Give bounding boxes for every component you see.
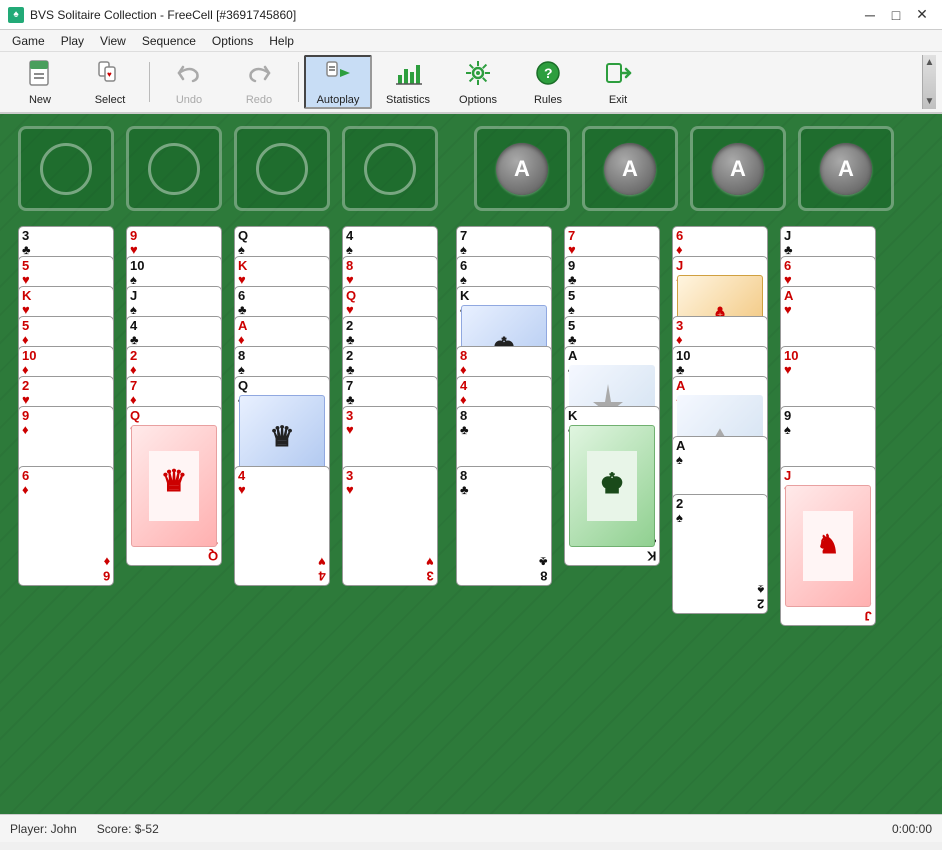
menubar: Game Play View Sequence Options Help xyxy=(0,30,942,52)
score: Score: $-52 xyxy=(97,822,159,836)
menu-sequence[interactable]: Sequence xyxy=(134,32,204,50)
menu-view[interactable]: View xyxy=(92,32,134,50)
status-left: Player: John Score: $-52 xyxy=(10,822,159,836)
freecell-3[interactable] xyxy=(234,126,330,211)
freecell-1[interactable] xyxy=(18,126,114,211)
freecell-2[interactable] xyxy=(126,126,222,211)
card-qh-court[interactable]: Q♥ Q♥ ♛ xyxy=(126,406,222,566)
card-8c-2[interactable]: 8♣ 8♣ xyxy=(456,466,552,586)
new-button[interactable]: New xyxy=(6,55,74,109)
freecell-4[interactable] xyxy=(342,126,438,211)
menu-play[interactable]: Play xyxy=(53,32,92,50)
game-area: A A A A 3♣ 3♣ 5♥ 5♥ K♥ K♥ 5♦ 5♦ 10♦ 10♦ … xyxy=(0,114,942,814)
timer: 0:00:00 xyxy=(892,822,932,836)
foundation-spades[interactable]: A xyxy=(474,126,570,211)
card-6d-1[interactable]: 6♦ 6♦ xyxy=(18,466,114,586)
select-icon: ♥ xyxy=(96,59,124,92)
options-button[interactable]: Options xyxy=(444,55,512,109)
statistics-icon xyxy=(394,59,422,92)
window-title: BVS Solitaire Collection - FreeCell [#36… xyxy=(30,8,858,22)
redo-icon xyxy=(245,59,273,92)
foundation-clubs[interactable]: A xyxy=(798,126,894,211)
select-button[interactable]: ♥ Select xyxy=(76,55,144,109)
card-3h-2[interactable]: 3♥ 3♥ xyxy=(342,466,438,586)
foundation-hearts-a: A xyxy=(604,143,656,195)
rules-button[interactable]: ? Rules xyxy=(514,55,582,109)
select-label: Select xyxy=(95,94,126,106)
svg-text:♥: ♥ xyxy=(107,70,112,79)
exit-icon xyxy=(604,59,632,92)
undo-icon xyxy=(175,59,203,92)
minimize-button[interactable]: ─ xyxy=(858,5,882,25)
freecell-3-circle xyxy=(256,143,308,195)
options-icon xyxy=(464,59,492,92)
card-jh-court[interactable]: J♥ J♥ ♞ xyxy=(780,466,876,626)
new-label: New xyxy=(29,94,51,106)
autoplay-icon xyxy=(324,59,352,92)
card-2s[interactable]: 2♠ 2♠ xyxy=(672,494,768,614)
rules-label: Rules xyxy=(534,94,562,106)
statistics-label: Statistics xyxy=(386,94,430,106)
options-label: Options xyxy=(459,94,497,106)
app-icon: ♠ xyxy=(8,7,24,23)
card-kc-court[interactable]: K♣ K♣ ♚ xyxy=(564,406,660,566)
rules-icon: ? xyxy=(534,59,562,92)
freecell-1-circle xyxy=(40,143,92,195)
menu-game[interactable]: Game xyxy=(4,32,53,50)
toolbar: New ♥ Select Undo Redo Autoplay Statisti… xyxy=(0,52,942,114)
scroll-down-arrow[interactable]: ▼ xyxy=(925,96,935,107)
statistics-button[interactable]: Statistics xyxy=(374,55,442,109)
scroll-up-arrow[interactable]: ▲ xyxy=(925,57,935,68)
window-controls: ─ □ ✕ xyxy=(858,5,934,25)
card-4h[interactable]: 4♥ 4♥ xyxy=(234,466,330,586)
toolbar-separator-2 xyxy=(298,62,299,102)
foundation-spades-a: A xyxy=(496,143,548,195)
menu-help[interactable]: Help xyxy=(261,32,302,50)
autoplay-label: Autoplay xyxy=(317,94,360,106)
maximize-button[interactable]: □ xyxy=(884,5,908,25)
statusbar: Player: John Score: $-52 0:00:00 xyxy=(0,814,942,842)
undo-button[interactable]: Undo xyxy=(155,55,223,109)
exit-button[interactable]: Exit xyxy=(584,55,652,109)
undo-label: Undo xyxy=(176,94,202,106)
foundation-hearts[interactable]: A xyxy=(582,126,678,211)
player-name: Player: John xyxy=(10,822,77,836)
exit-label: Exit xyxy=(609,94,627,106)
foundation-clubs-a: A xyxy=(820,143,872,195)
autoplay-button[interactable]: Autoplay xyxy=(304,55,372,109)
freecell-4-circle xyxy=(364,143,416,195)
toolbar-scrollbar[interactable]: ▲ ▼ xyxy=(922,55,936,109)
redo-button[interactable]: Redo xyxy=(225,55,293,109)
foundation-diamonds-a: A xyxy=(712,143,764,195)
svg-text:♛: ♛ xyxy=(269,421,294,452)
foundation-diamonds[interactable]: A xyxy=(690,126,786,211)
titlebar: ♠ BVS Solitaire Collection - FreeCell [#… xyxy=(0,0,942,30)
svg-text:♞: ♞ xyxy=(816,529,839,559)
close-button[interactable]: ✕ xyxy=(910,5,934,25)
freecell-2-circle xyxy=(148,143,200,195)
toolbar-separator-1 xyxy=(149,62,150,102)
new-icon xyxy=(26,59,54,92)
svg-text:♚: ♚ xyxy=(599,468,624,499)
redo-label: Redo xyxy=(246,94,272,106)
menu-options[interactable]: Options xyxy=(204,32,261,50)
svg-text:?: ? xyxy=(544,65,553,81)
svg-text:♛: ♛ xyxy=(161,465,188,498)
